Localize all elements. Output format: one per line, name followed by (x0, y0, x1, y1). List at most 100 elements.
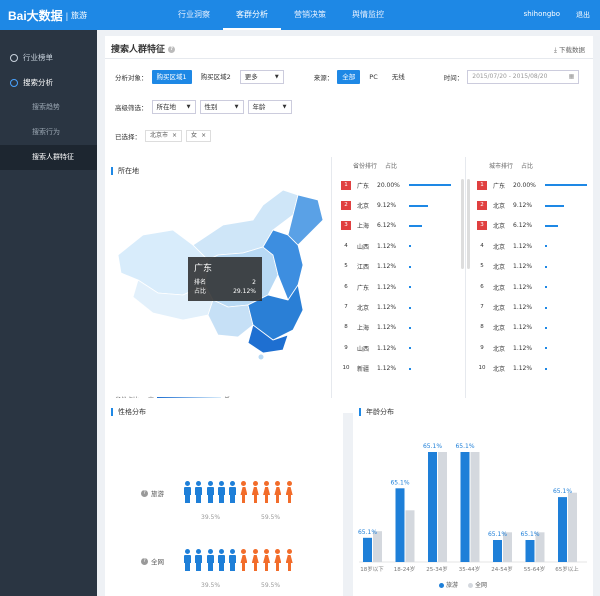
top-bar: Bai大数据 | 旅游 行业洞察 客群分析 营销决策 舆情监控 shihongb… (0, 0, 600, 30)
table-row[interactable]: 5 北京 1.12% (477, 257, 589, 277)
medal-icon (10, 53, 18, 62)
rank-name: 上海 (357, 325, 370, 333)
rank-name: 北京 (493, 366, 506, 374)
rank-bar (409, 306, 412, 309)
close-icon[interactable]: × (201, 131, 206, 141)
bar-all[interactable] (470, 452, 480, 562)
rank-name: 山西 (357, 243, 370, 251)
table-row[interactable]: 2 北京 9.12% (477, 195, 589, 215)
rank-name: 北京 (493, 203, 506, 211)
bar-travel[interactable] (395, 488, 405, 562)
source-all[interactable]: 全部 (337, 70, 361, 84)
source-mobile[interactable]: 无线 (387, 70, 410, 84)
bar-all[interactable] (405, 510, 415, 562)
sidebar-sub-behavior[interactable]: 搜索行为 (0, 120, 97, 145)
location-select-label: 所在地 (156, 103, 177, 111)
table-row[interactable]: 7 北京 1.12% (477, 297, 589, 317)
gender-card: 性格分布 ? 旅游 39.5% 59.5% ? 全网 39.5% 59.5% (105, 398, 343, 596)
bar-all[interactable] (438, 452, 447, 562)
female-person-icon (239, 481, 248, 503)
map-island-hainan[interactable] (258, 354, 264, 360)
male-person-icon (228, 481, 237, 503)
bar-travel[interactable] (558, 497, 567, 562)
source-pc[interactable]: PC (364, 70, 382, 84)
province-scrollbar[interactable] (461, 179, 464, 269)
selected-tag: 女 × (186, 130, 212, 142)
rank-bar (545, 245, 548, 248)
location-card: 所在地 广东 排名2 占比29.12% 省份占比： 高 低 (105, 157, 593, 413)
sidebar-sub-trend[interactable]: 搜索趋势 (0, 95, 97, 120)
table-row[interactable]: 6 北京 1.12% (477, 277, 589, 297)
logo[interactable]: Bai大数据 | 旅游 (8, 7, 87, 24)
city-scrollbar[interactable] (467, 179, 470, 269)
bar-travel[interactable] (460, 452, 470, 562)
table-row[interactable]: 7 北京 1.12% (341, 297, 461, 317)
table-row[interactable]: 8 北京 1.12% (477, 318, 589, 338)
download-button[interactable]: ⤓ 下载数据 (554, 44, 585, 55)
nav-marketing[interactable]: 营销决策 (281, 0, 339, 30)
nav-customer[interactable]: 客群分析 (223, 0, 281, 30)
rank-bar (545, 306, 548, 309)
table-row[interactable]: 4 山西 1.12% (341, 236, 461, 256)
legend-label: 全网 (475, 582, 488, 589)
more-select[interactable]: 更多 ▼ (239, 70, 284, 84)
table-row[interactable]: 1 广东 20.00% (341, 175, 461, 195)
selected-tag: 北京市 × (145, 130, 183, 142)
gender-select[interactable]: 性别 ▼ (199, 100, 244, 114)
target-option-2[interactable]: 购买区域2 (196, 70, 236, 84)
bar-all[interactable] (373, 531, 382, 562)
bar-travel[interactable] (363, 537, 372, 562)
chevron-down-icon: ▼ (282, 104, 287, 110)
table-row[interactable]: 3 上海 6.12% (341, 216, 461, 236)
table-row[interactable]: 9 山西 1.12% (341, 338, 461, 358)
nav-sentiment[interactable]: 舆情监控 (339, 0, 397, 30)
city-table: 城市排行 占比 1 广东 20.00% 2 北京 9.12% 3 北京 6.12% 4 北京 1.12… (477, 159, 589, 379)
sidebar-item-search-analysis[interactable]: 搜索分析 (0, 70, 97, 95)
rank-number: 6 (344, 283, 348, 290)
table-row[interactable]: 6 广东 1.12% (341, 277, 461, 297)
table-row[interactable]: 5 江西 1.12% (341, 257, 461, 277)
logout-link[interactable]: 退出 (576, 10, 590, 20)
bar-all[interactable] (568, 492, 577, 562)
location-select[interactable]: 所在地 ▼ (151, 100, 196, 114)
help-icon[interactable]: ? (141, 557, 148, 565)
rank-number: 1 (341, 180, 351, 190)
date-range-input[interactable]: 2015/07/20 - 2015/08/20 ▦ (467, 70, 580, 84)
age-select[interactable]: 年龄 ▼ (247, 100, 292, 114)
table-row[interactable]: 2 北京 9.12% (341, 195, 461, 215)
age-bar-chart: 65.1% 18岁以下 65.1% 18-24岁 65.1% 25-34岁 65.1% 35-… (358, 443, 587, 573)
sidebar-item-rankings[interactable]: 行业榜单 (0, 45, 97, 70)
map-tooltip: 广东 排名 2 占比 29.12% (188, 257, 262, 301)
table-row[interactable]: 3 北京 6.12% (477, 216, 589, 236)
bar-travel[interactable] (428, 452, 437, 562)
username[interactable]: shihongbo (524, 10, 560, 18)
female-person-icon (273, 481, 282, 503)
divider (105, 58, 593, 59)
logo-subtitle: 旅游 (71, 11, 88, 20)
nav-industry[interactable]: 行业洞察 (165, 0, 223, 30)
age-card: 年龄分布 65.1% 18岁以下 65.1% 18-24岁 65.1% 25-34岁 65.… (353, 398, 593, 596)
female-pct: 59.5% (261, 582, 281, 589)
card-title: 性格分布 (111, 408, 146, 416)
table-row[interactable]: 1 广东 20.00% (477, 175, 589, 195)
help-icon[interactable]: ? (141, 489, 148, 497)
help-icon[interactable]: ? (168, 46, 176, 53)
sidebar-sub-audience[interactable]: 搜索人群特征 (0, 145, 97, 170)
target-option-1[interactable]: 购买区域1 (151, 70, 192, 84)
close-icon[interactable]: × (172, 131, 177, 141)
table-row[interactable]: 10 新疆 1.12% (341, 359, 461, 379)
bar-travel[interactable] (493, 540, 502, 562)
rank-bar (545, 347, 548, 350)
bar-travel[interactable] (525, 540, 535, 562)
filter-row-advanced: 高级筛选： 所在地 ▼ 性别 ▼ 年龄 ▼ (115, 100, 292, 114)
data-label: 65.1% (488, 531, 507, 538)
legend-dot (468, 583, 474, 588)
table-row[interactable]: 10 北京 1.12% (477, 359, 589, 379)
table-row[interactable]: 9 北京 1.12% (477, 338, 589, 358)
rank-number: 3 (341, 221, 351, 231)
table-row[interactable]: 4 北京 1.12% (477, 236, 589, 256)
rank-pct: 20.00% (513, 181, 536, 189)
rank-name: 北京 (493, 243, 506, 251)
table-row[interactable]: 8 上海 1.12% (341, 318, 461, 338)
people-icons-row (183, 549, 296, 573)
